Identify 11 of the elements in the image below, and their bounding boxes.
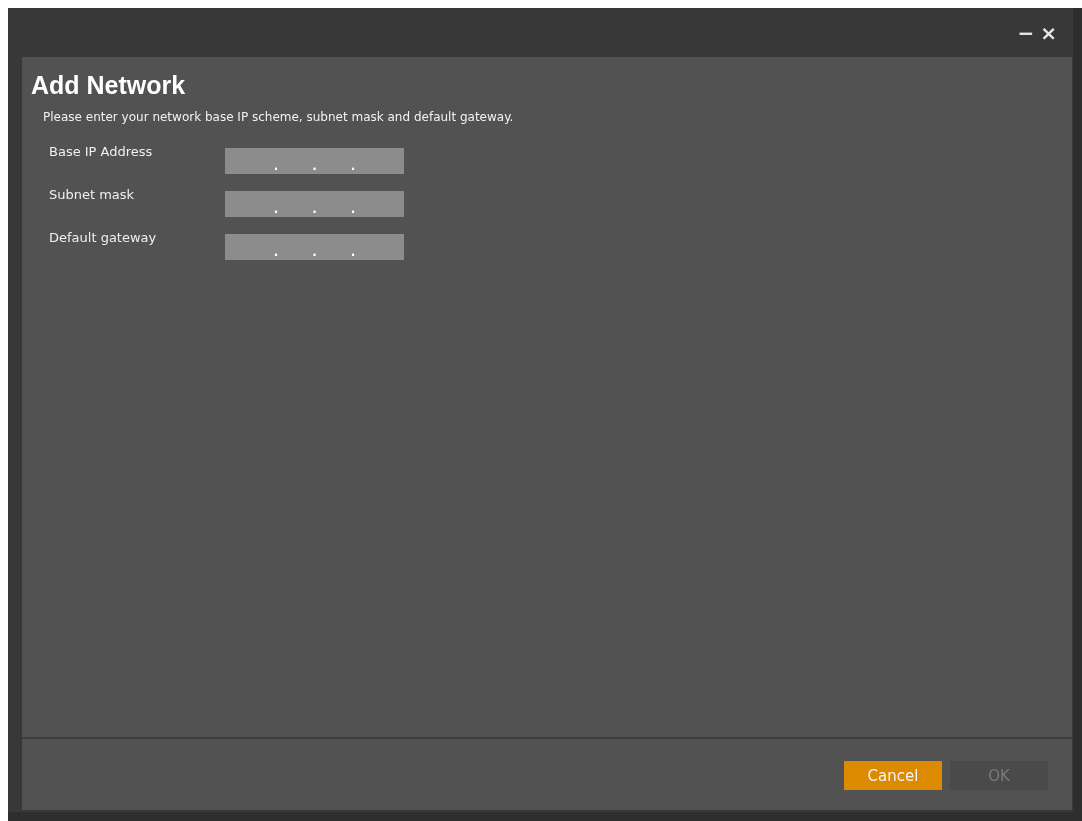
field-label: Subnet mask (49, 187, 136, 202)
field-label: Default gateway (49, 230, 158, 245)
instructions-text: Please enter your network base IP scheme, subnet mask and default gateway. (43, 110, 514, 124)
minimize-button[interactable]: − (1017, 22, 1035, 43)
dialog-title: Add Network (31, 71, 186, 100)
ip-address-field[interactable]: . . . (225, 191, 404, 217)
close-button[interactable]: × (1040, 22, 1057, 43)
ip-address-field[interactable]: . . . (225, 234, 404, 260)
cancel-button[interactable]: Cancel (844, 761, 942, 790)
ip-address-field[interactable]: . . . (225, 148, 404, 174)
field-label: Base IP Address (49, 144, 154, 159)
